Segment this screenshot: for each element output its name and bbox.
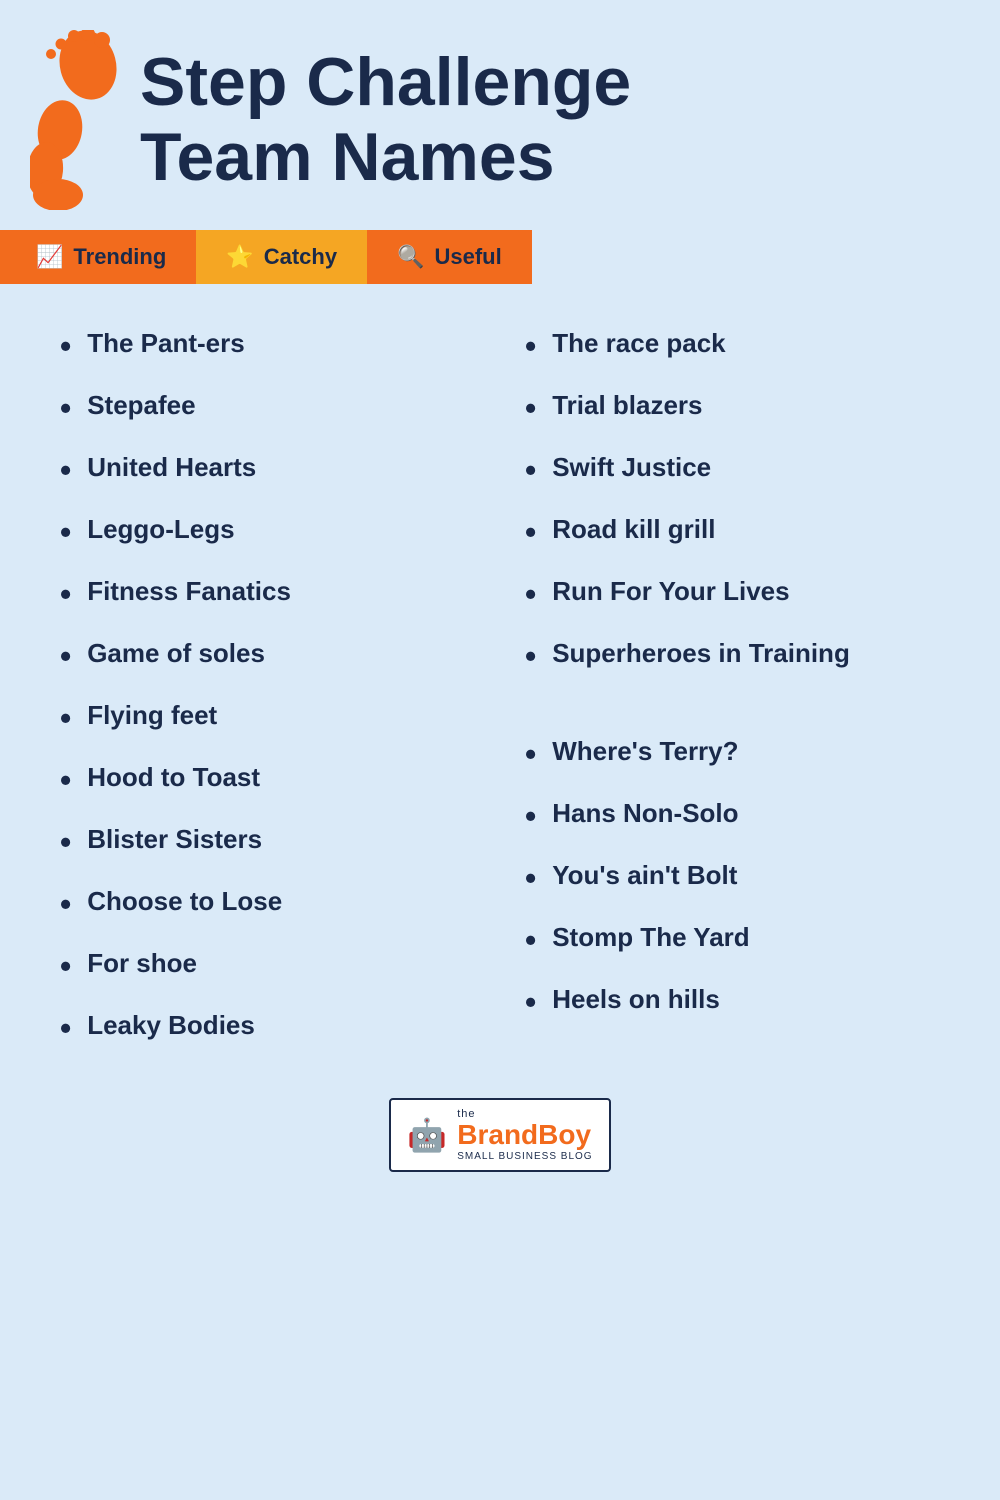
bullet: • — [60, 454, 71, 486]
main-title: Step Challenge Team Names — [140, 45, 631, 195]
list-item: • Leggo-Legs — [50, 500, 515, 562]
list-item: • Hans Non-Solo — [515, 784, 980, 846]
bullet: • — [525, 640, 536, 672]
list-item: • Leaky Bodies — [50, 996, 515, 1058]
item-text: You's ain't Bolt — [552, 860, 970, 891]
list-item: • Heels on hills — [515, 970, 980, 1032]
item-text: Choose to Lose — [87, 886, 505, 917]
list-item: • Superheroes in Training — [515, 624, 980, 722]
bullet: • — [60, 516, 71, 548]
list-item: • Choose to Lose — [50, 872, 515, 934]
left-column: • The Pant-ers • Stepafee • United Heart… — [50, 314, 515, 1058]
bullet: • — [60, 578, 71, 610]
list-item: • The Pant-ers — [50, 314, 515, 376]
shoe-icons — [30, 30, 120, 210]
list-item: • Run For Your Lives — [515, 562, 980, 624]
bullet: • — [525, 578, 536, 610]
bullet: • — [525, 738, 536, 770]
footer: 🤖 the BrandBoy SMALL BUSINESS BLOG — [0, 1078, 1000, 1202]
item-text: United Hearts — [87, 452, 505, 483]
title-block: Step Challenge Team Names — [140, 45, 631, 195]
list-item: • You's ain't Bolt — [515, 846, 980, 908]
logo-brand: BrandBoy — [457, 1120, 592, 1151]
list-item: • Blister Sisters — [50, 810, 515, 872]
bullet: • — [60, 702, 71, 734]
bullet: • — [525, 516, 536, 548]
brandboy-logo: 🤖 the BrandBoy SMALL BUSINESS BLOG — [389, 1098, 610, 1172]
item-text: The race pack — [552, 328, 970, 359]
page-wrapper: Step Challenge Team Names 📈 Trending ⭐ C… — [0, 0, 1000, 1500]
logo-mascot-icon: 🤖 — [407, 1116, 447, 1154]
bullet: • — [525, 800, 536, 832]
list-item: • Fitness Fanatics — [50, 562, 515, 624]
item-text: Game of soles — [87, 638, 505, 669]
bullet: • — [60, 950, 71, 982]
item-text: Superheroes in Training — [552, 638, 970, 708]
item-text: Flying feet — [87, 700, 505, 731]
list-item: • Stomp The Yard — [515, 908, 980, 970]
list-item: • United Hearts — [50, 438, 515, 500]
bullet: • — [525, 924, 536, 956]
list-item: • Road kill grill — [515, 500, 980, 562]
item-text: Fitness Fanatics — [87, 576, 505, 607]
item-text: Hans Non-Solo — [552, 798, 970, 829]
bullet: • — [60, 330, 71, 362]
bullet: • — [525, 392, 536, 424]
bullet: • — [60, 826, 71, 858]
bullet: • — [525, 454, 536, 486]
item-text: Leggo-Legs — [87, 514, 505, 545]
item-text: Where's Terry? — [552, 736, 970, 767]
tab-useful[interactable]: 🔍 Useful — [367, 230, 532, 284]
tab-useful-label: Useful — [434, 244, 501, 270]
bullet: • — [60, 640, 71, 672]
item-text: Stomp The Yard — [552, 922, 970, 953]
bullet: • — [525, 862, 536, 894]
footprint-icon — [30, 30, 120, 210]
item-text: Blister Sisters — [87, 824, 505, 855]
item-text: Stepafee — [87, 390, 505, 421]
item-text: The Pant-ers — [87, 328, 505, 359]
list-item: • Game of soles — [50, 624, 515, 686]
list-item: • Hood to Toast — [50, 748, 515, 810]
logo-text: the BrandBoy SMALL BUSINESS BLOG — [457, 1108, 592, 1162]
list-item: • Where's Terry? — [515, 722, 980, 784]
tab-trending[interactable]: 📈 Trending — [6, 230, 196, 284]
logo-sub: SMALL BUSINESS BLOG — [457, 1151, 592, 1162]
bullet: • — [60, 1012, 71, 1044]
list-item: • Swift Justice — [515, 438, 980, 500]
bullet: • — [60, 764, 71, 796]
bullet: • — [60, 888, 71, 920]
bullet: • — [525, 986, 536, 1018]
item-text: Trial blazers — [552, 390, 970, 421]
tab-trending-label: Trending — [73, 244, 166, 270]
content-area: • The Pant-ers • Stepafee • United Heart… — [0, 284, 1000, 1078]
bullet: • — [525, 330, 536, 362]
right-column: • The race pack • Trial blazers • Swift … — [515, 314, 980, 1058]
item-text: Hood to Toast — [87, 762, 505, 793]
item-text: Leaky Bodies — [87, 1010, 505, 1041]
item-text: Heels on hills — [552, 984, 970, 1015]
catchy-icon: ⭐ — [226, 244, 253, 270]
tab-catchy-label: Catchy — [264, 244, 337, 270]
item-text: Road kill grill — [552, 514, 970, 545]
list-item: • Stepafee — [50, 376, 515, 438]
list-item: • The race pack — [515, 314, 980, 376]
item-text: For shoe — [87, 948, 505, 979]
header: Step Challenge Team Names — [0, 0, 1000, 220]
list-item: • Flying feet — [50, 686, 515, 748]
bullet: • — [60, 392, 71, 424]
item-text: Swift Justice — [552, 452, 970, 483]
useful-icon: 🔍 — [397, 244, 424, 270]
list-item: • For shoe — [50, 934, 515, 996]
tab-catchy[interactable]: ⭐ Catchy — [196, 230, 367, 284]
tab-bar: 📈 Trending ⭐ Catchy 🔍 Useful — [0, 230, 1000, 284]
trending-icon: 📈 — [36, 244, 63, 270]
item-text: Run For Your Lives — [552, 576, 970, 607]
list-item: • Trial blazers — [515, 376, 980, 438]
